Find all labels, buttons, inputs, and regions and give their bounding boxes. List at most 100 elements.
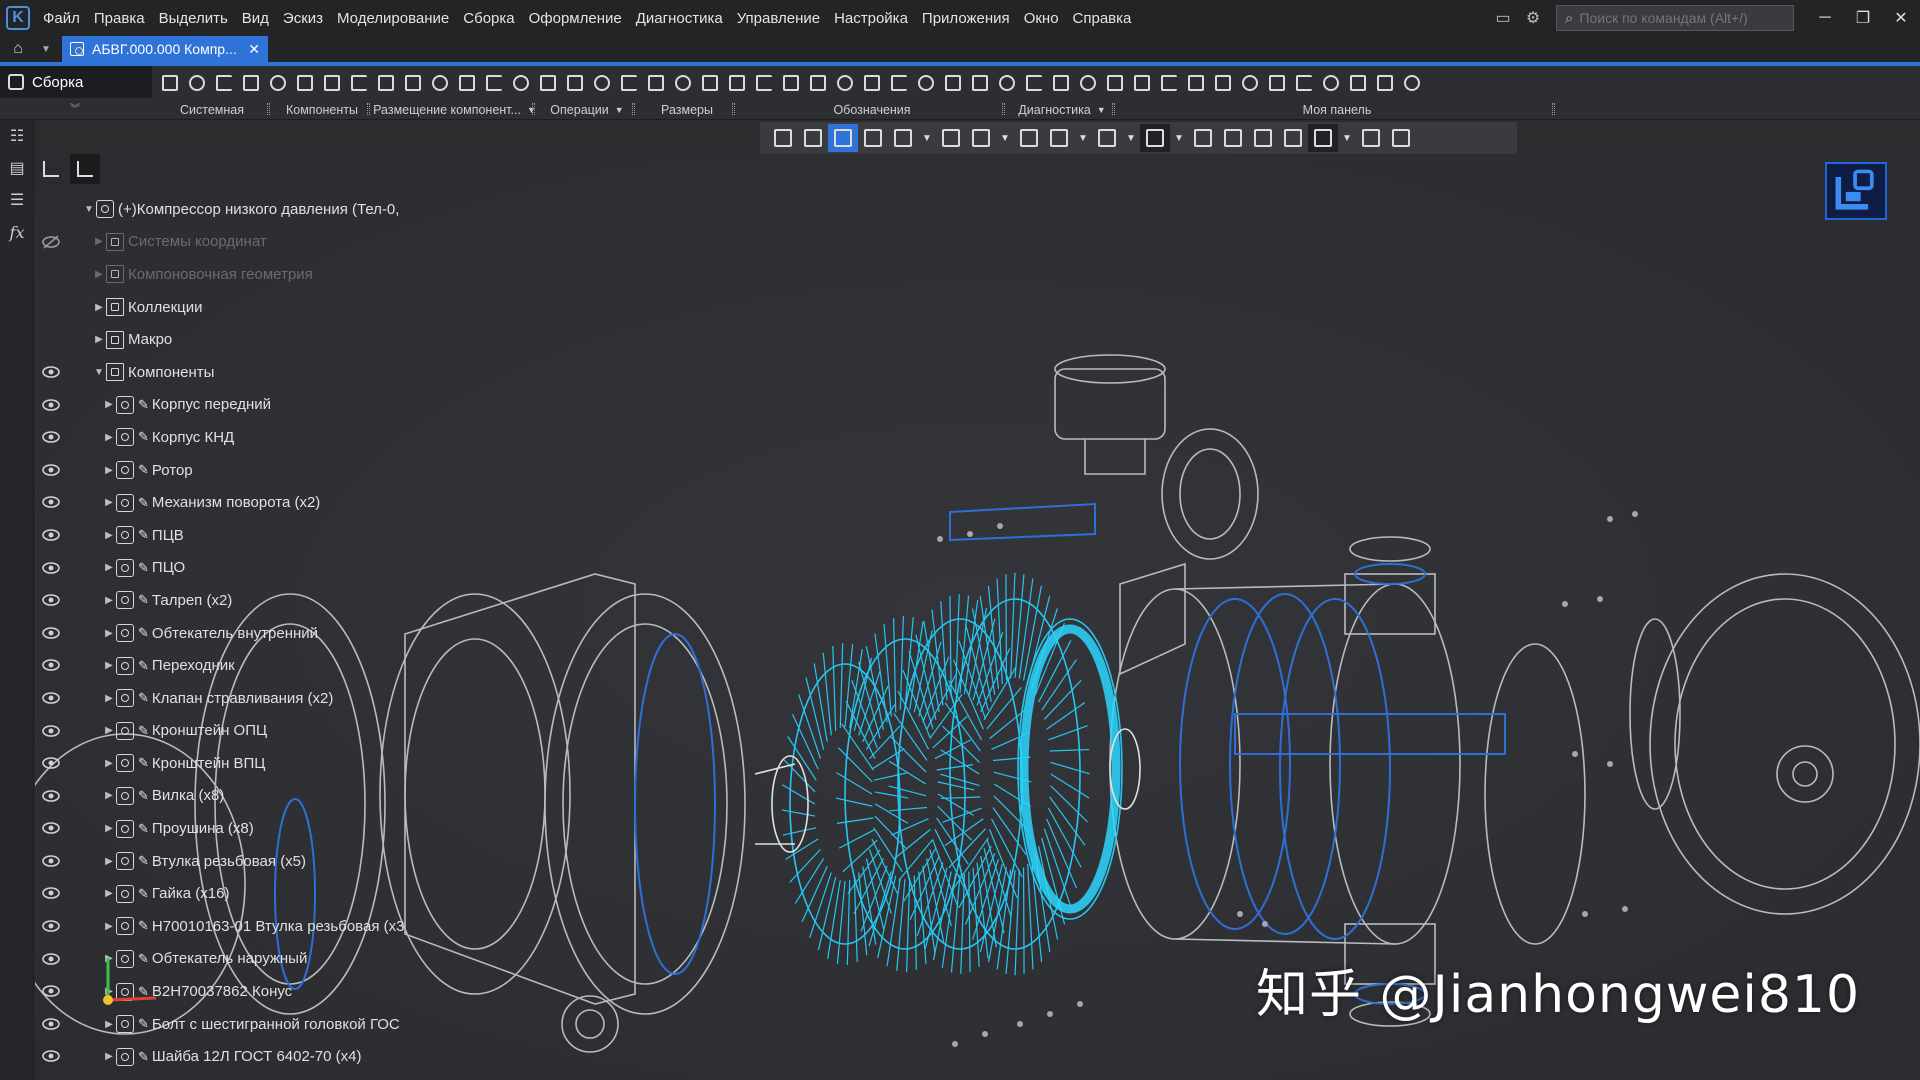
component-icon[interactable]	[1218, 124, 1248, 152]
collapsed-caret-icon[interactable]: ▶	[102, 856, 116, 867]
parameters-icon[interactable]	[1344, 70, 1371, 96]
leader-icon[interactable]	[912, 70, 939, 96]
hide-caret[interactable]: ▼	[1122, 124, 1140, 152]
collapsed-caret-icon[interactable]: ▶	[102, 790, 116, 801]
group-grip-icon[interactable]	[367, 103, 370, 115]
tree-item[interactable]: ▶ ✎ Корпус КНД	[36, 421, 456, 454]
collapsed-caret-icon[interactable]: ▶	[102, 823, 116, 834]
restore-icon[interactable]: ❐	[1844, 0, 1882, 36]
document-tab[interactable]: АБВГ.000.000 Компр... ✕	[62, 36, 268, 62]
ribbon-group-2[interactable]: Размещение компонент... ▼	[372, 100, 537, 120]
angle-dimension-icon[interactable]	[831, 70, 858, 96]
menu-item[interactable]: Приложения	[915, 10, 1017, 27]
menu-item[interactable]: Вид	[235, 10, 276, 27]
minimize-icon[interactable]: ─	[1806, 0, 1844, 36]
tree-item[interactable]: ▶ ✎ Механизм поворота (x2)	[36, 486, 456, 519]
visibility-eye-icon[interactable]	[42, 723, 60, 739]
component-2-icon[interactable]	[1248, 124, 1278, 152]
view-active-icon[interactable]	[828, 124, 858, 152]
menu-item[interactable]: Файл	[36, 10, 87, 27]
mass-icon[interactable]	[1128, 70, 1155, 96]
visibility-eye-icon[interactable]	[42, 755, 60, 771]
revolve-icon[interactable]	[696, 70, 723, 96]
redo-icon[interactable]	[237, 70, 264, 96]
tree-item[interactable]: ▶ Коллекции	[36, 291, 456, 324]
component-3-icon[interactable]	[1278, 124, 1308, 152]
tree-item[interactable]: ▶ ✎ Обтекатель внутренний	[36, 617, 456, 650]
tree-item[interactable]: ▶ ✎ Проушина (x8)	[36, 812, 456, 845]
orient-icon[interactable]	[936, 124, 966, 152]
tree-item[interactable]: ▶ ✎ ПЦВ	[36, 519, 456, 552]
save-icon[interactable]	[183, 70, 210, 96]
wireframe-caret[interactable]: ▼	[1074, 124, 1092, 152]
menu-item[interactable]: Настройка	[827, 10, 915, 27]
visibility-eye-icon[interactable]	[42, 1048, 60, 1064]
group-grip-icon[interactable]	[267, 103, 270, 115]
hidden-eye-icon[interactable]	[42, 234, 60, 250]
hole-icon[interactable]	[507, 70, 534, 96]
collapsed-caret-icon[interactable]: ▶	[102, 660, 116, 671]
visibility-eye-icon[interactable]	[42, 885, 60, 901]
measure-icon[interactable]	[1101, 70, 1128, 96]
tree-item[interactable]: ▶ ✎ ПЦО	[36, 552, 456, 585]
add-component-icon[interactable]	[264, 70, 291, 96]
weld-icon[interactable]	[1020, 70, 1047, 96]
group-grip-icon[interactable]	[1112, 103, 1115, 115]
tree-item[interactable]: ▶ ✎ Кронштейн ОПЦ	[36, 715, 456, 748]
collapsed-caret-icon[interactable]: ▶	[102, 432, 116, 443]
tree-item[interactable]: ▶ ✎ Болт с шестигранной головкой ГОС	[36, 1008, 456, 1041]
cut-icon[interactable]	[642, 70, 669, 96]
visibility-eye-icon[interactable]	[42, 657, 60, 673]
shaded-icon[interactable]	[1014, 124, 1044, 152]
tree-item[interactable]: ▶ ✎ Вилка (x8)	[36, 780, 456, 813]
collapse-chevron-icon[interactable]: ︾	[70, 100, 80, 115]
tree-item[interactable]: ▶ ✎ Корпус передний	[36, 389, 456, 422]
window-layout-icon[interactable]: ▭	[1488, 0, 1518, 36]
ribbon-group-1[interactable]: Компоненты	[272, 100, 372, 120]
tree-item[interactable]: ▼ (+)Компрессор низкого давления (Тел-0,	[36, 193, 456, 226]
menu-item[interactable]: Выделить	[152, 10, 235, 27]
collapsed-caret-icon[interactable]: ▶	[102, 758, 116, 769]
create-component-icon[interactable]	[291, 70, 318, 96]
section-view-icon[interactable]	[1140, 124, 1170, 152]
collapsed-caret-icon[interactable]: ▶	[92, 302, 106, 313]
collapsed-caret-icon[interactable]: ▶	[92, 269, 106, 280]
collapsed-caret-icon[interactable]: ▶	[102, 693, 116, 704]
view-sketch-icon[interactable]	[798, 124, 828, 152]
menu-item[interactable]: Сборка	[456, 10, 521, 27]
tree-item[interactable]: ▶ ✎ Гайка (x16)	[36, 877, 456, 910]
ribbon-group-5[interactable]: Обозначения	[737, 100, 1007, 120]
insert-icon[interactable]	[318, 70, 345, 96]
ribbon-group-6[interactable]: Диагностика ▼	[1007, 100, 1117, 120]
mate-icon[interactable]	[426, 70, 453, 96]
visibility-eye-icon[interactable]	[42, 788, 60, 804]
pipette-icon[interactable]	[1386, 124, 1416, 152]
dimension-icon[interactable]	[804, 70, 831, 96]
visibility-eye-icon[interactable]	[42, 853, 60, 869]
visibility-eye-icon[interactable]	[42, 429, 60, 445]
group-grip-icon[interactable]	[1552, 103, 1555, 115]
measure-view-icon[interactable]	[1356, 124, 1386, 152]
grip-icon[interactable]	[768, 124, 798, 152]
open-icon[interactable]	[156, 70, 183, 96]
menu-item[interactable]: Моделирование	[330, 10, 456, 27]
section-caret[interactable]: ▼	[1170, 124, 1188, 152]
tree-item[interactable]: ▶ Компоновочная геометрия	[36, 258, 456, 291]
collapsed-caret-icon[interactable]: ▶	[92, 334, 106, 345]
collapsed-caret-icon[interactable]: ▶	[102, 595, 116, 606]
axis-caret[interactable]: ▼	[996, 124, 1014, 152]
dropdown-caret-icon[interactable]: ▼	[1097, 105, 1106, 115]
collapsed-caret-icon[interactable]: ▶	[102, 921, 116, 932]
undo-icon[interactable]	[210, 70, 237, 96]
dropdown-caret-icon[interactable]: ▼	[615, 105, 624, 115]
align-icon[interactable]	[345, 70, 372, 96]
tree-item[interactable]: ▼ Компоненты	[36, 356, 456, 389]
mark-icon[interactable]	[1047, 70, 1074, 96]
settings-panel-icon[interactable]: ⚙	[1518, 0, 1548, 36]
rotate-icon[interactable]	[399, 70, 426, 96]
close-icon[interactable]: ✕	[1882, 0, 1920, 36]
collapsed-caret-icon[interactable]: ▶	[102, 530, 116, 541]
mode-selector[interactable]: Сборка	[0, 66, 152, 98]
menu-item[interactable]: Диагностика	[629, 10, 730, 27]
menu-item[interactable]: Управление	[730, 10, 827, 27]
